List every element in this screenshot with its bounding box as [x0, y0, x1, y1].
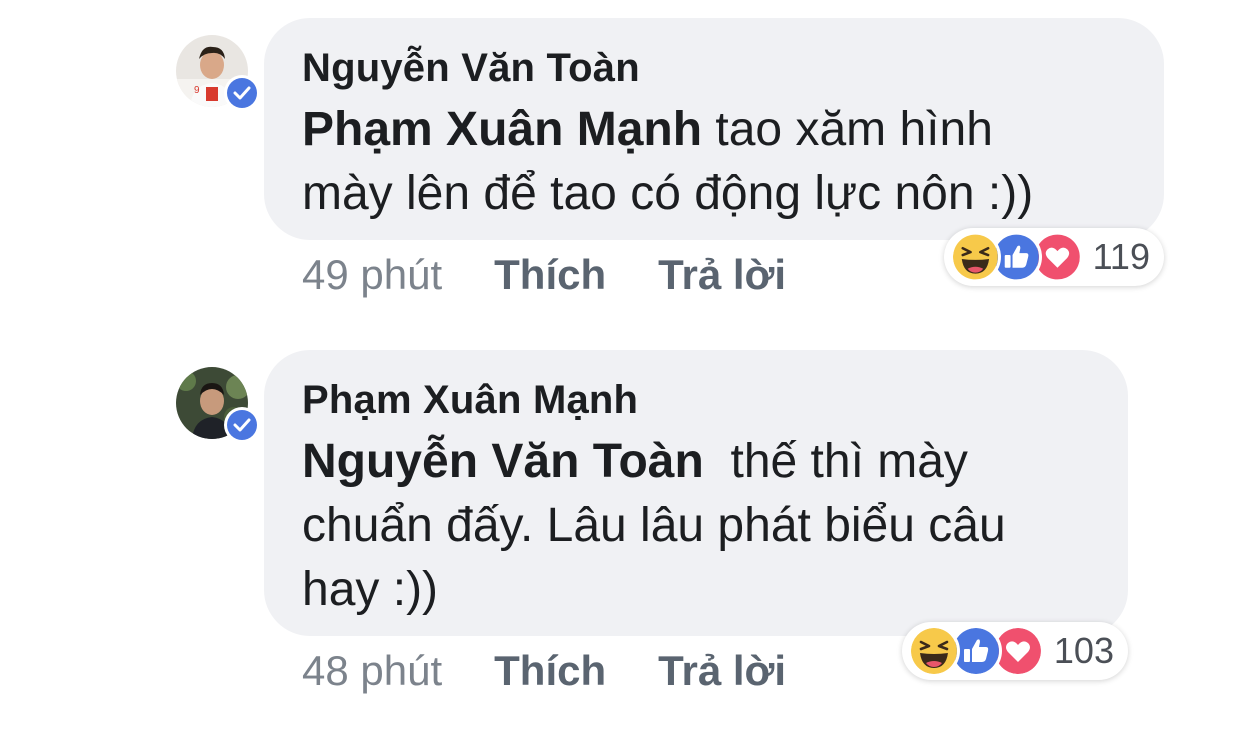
comment-bubble: Phạm Xuân Mạnh Nguyễn Văn Toàn thế thì m… [264, 350, 1128, 636]
comment-bubble: Nguyễn Văn Toàn Phạm Xuân Mạnh tao xăm h… [264, 18, 1164, 240]
comment-text-line: tao xăm hình [702, 103, 993, 156]
avatar[interactable]: 9 [176, 35, 260, 111]
avatar[interactable] [176, 367, 260, 443]
comment-author[interactable]: Nguyễn Văn Toàn [302, 44, 1126, 92]
mention-link[interactable]: Nguyễn Văn Toàn [302, 435, 704, 488]
mention-link[interactable]: Phạm Xuân Mạnh [302, 103, 702, 156]
comment-text-line: chuẩn đấy. Lâu lâu phát biểu câu [302, 499, 1006, 552]
svg-text:9: 9 [194, 85, 200, 96]
comment-actions: 48 phút Thích Trả lời [302, 646, 786, 696]
comment-timestamp[interactable]: 49 phút [302, 250, 442, 300]
reaction-count: 119 [1092, 236, 1150, 277]
checkmark-icon [227, 78, 257, 108]
comment-timestamp[interactable]: 48 phút [302, 646, 442, 696]
verified-badge [224, 75, 260, 111]
verified-badge [224, 407, 260, 443]
comment-author[interactable]: Phạm Xuân Mạnh [302, 376, 1090, 424]
comment-text: Phạm Xuân Mạnh tao xăm hình mày lên để t… [302, 98, 1126, 226]
comment-text-line: thế thì mày [703, 435, 968, 488]
reply-button[interactable]: Trả lời [658, 250, 786, 300]
reaction-count: 103 [1053, 630, 1114, 671]
like-button[interactable]: Thích [494, 250, 606, 300]
reactions-summary[interactable]: 119 [944, 228, 1164, 286]
comment-actions: 49 phút Thích Trả lời [302, 250, 786, 300]
comment-text-line: hay :)) [302, 563, 439, 616]
comment-text: Nguyễn Văn Toàn thế thì mày chuẩn đấy. L… [302, 430, 1090, 622]
haha-icon [950, 231, 1001, 283]
like-button[interactable]: Thích [494, 646, 606, 696]
comment-text-line: mày lên để tao có động lực nôn :)) [302, 167, 1034, 220]
haha-icon [908, 625, 960, 677]
reactions-summary[interactable]: 103 [902, 622, 1128, 680]
reply-button[interactable]: Trả lời [658, 646, 786, 696]
checkmark-icon [227, 410, 257, 440]
